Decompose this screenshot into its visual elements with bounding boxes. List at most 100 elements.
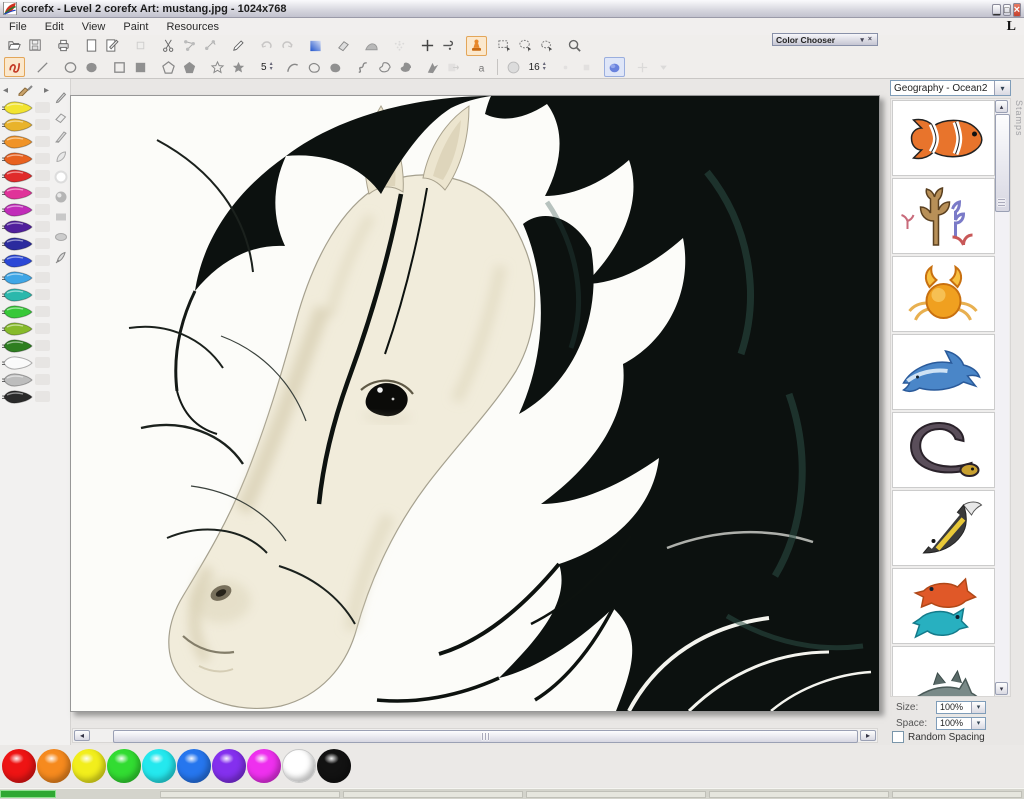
stamp-button[interactable] [466,36,487,56]
minimize-button[interactable]: ▁ [992,4,1001,16]
transform-button[interactable] [438,36,459,56]
stamps-panel-tab[interactable]: Stamps [1013,100,1024,160]
maximize-button[interactable]: □ [1003,4,1010,16]
texture-tool-pencil[interactable] [53,89,69,105]
size-combo[interactable]: 100% ▾ [936,701,986,714]
menu-file[interactable]: File [0,20,36,34]
line-button[interactable] [32,57,53,77]
polygon-outline-button[interactable] [158,57,179,77]
random-spacing-checkbox[interactable] [892,731,904,743]
palette-color-green[interactable] [107,749,141,783]
texture-tool-flat-gray[interactable] [53,209,69,225]
stamp-two-fish[interactable] [892,568,995,644]
brush-color-blue[interactable] [0,252,52,269]
texture-tool-oval[interactable] [53,229,69,245]
menu-edit[interactable]: Edit [36,20,73,34]
brush-color-magenta[interactable] [0,201,52,218]
eraser-button[interactable] [333,36,354,56]
dropdown-arrow-icon[interactable]: ▾ [994,81,1010,95]
palette-color-orange[interactable] [37,749,71,783]
taskbar-button[interactable] [709,791,889,798]
stamp-scrollbar-thumb[interactable] [995,114,1010,212]
brush-color-green[interactable] [0,303,52,320]
gradient-fill-button[interactable] [305,36,326,56]
star-outline-button[interactable] [207,57,228,77]
curve-closed-button[interactable] [303,57,324,77]
brush-size-spinner[interactable]: 16▴▾ [526,58,546,76]
stamp-moorish-idol[interactable] [892,490,995,566]
taskbar-button[interactable] [160,791,340,798]
move-button[interactable] [417,36,438,56]
space-combo[interactable]: 100% ▾ [936,717,986,730]
stamp-eel[interactable] [892,412,995,488]
zoom-button[interactable] [564,36,585,56]
stamp-category-dropdown[interactable]: Geography - Ocean2 ▾ [890,80,1011,96]
brush-color-gold[interactable] [0,116,52,133]
save-file-button[interactable] [25,36,46,56]
ellipse-outline-button[interactable] [60,57,81,77]
palette-color-magenta[interactable] [247,749,281,783]
scroll-up-icon[interactable]: ▴ [995,100,1008,113]
sides-spinner-down-icon[interactable]: ▾ [270,67,273,72]
brush-color-purple[interactable] [0,218,52,235]
polyline-open-button[interactable] [352,57,373,77]
ellipse-filled-button[interactable] [81,57,102,77]
curve-filled-button[interactable] [324,57,345,77]
cut-button[interactable] [158,36,179,56]
texture-tool-scraper[interactable] [53,149,69,165]
brush-color-orange-red[interactable] [0,150,52,167]
palette-color-white[interactable] [282,749,316,783]
edit-image-button[interactable] [102,36,123,56]
stamp-list-scrollbar[interactable]: ▴ ▾ [995,100,1009,695]
texture-tool-quill[interactable] [53,249,69,265]
palette-color-red[interactable] [2,749,36,783]
new-image-button[interactable] [81,36,102,56]
brush-shape-button[interactable] [503,57,524,77]
rectangle-filled-button[interactable] [130,57,151,77]
select-freeform-button[interactable] [536,36,557,56]
text-button[interactable]: a [471,57,492,77]
taskbar-button[interactable] [526,791,706,798]
texture-tool-knife[interactable] [53,129,69,145]
brush-color-yellow-green[interactable] [0,320,52,337]
rectangle-outline-button[interactable] [109,57,130,77]
palette-color-yellow[interactable] [72,749,106,783]
brush-soft-blue-button[interactable] [604,57,625,77]
brush-page-prev-icon[interactable]: ◂ [3,85,8,96]
brush-color-yellow[interactable] [0,99,52,116]
stamp-dolphin[interactable] [892,334,995,410]
select-rectangle-button[interactable] [494,36,515,56]
palette-color-blue[interactable] [177,749,211,783]
pencil-button[interactable] [228,36,249,56]
brush-color-black[interactable] [0,388,52,405]
color-chooser-close-icon[interactable]: × [866,36,874,43]
scroll-down-icon[interactable]: ▾ [995,682,1008,695]
smudge-button[interactable] [361,36,382,56]
stamp-crab[interactable] [892,256,995,332]
select-ellipse-button[interactable] [515,36,536,56]
brush-color-white[interactable] [0,354,52,371]
canvas-horizontal-scrollbar[interactable]: ◂ ▸ [72,728,878,743]
brush-color-orange[interactable] [0,133,52,150]
palette-color-cyan[interactable] [142,749,176,783]
size-dropdown-icon[interactable]: ▾ [971,702,985,713]
palette-color-purple[interactable] [212,749,246,783]
star-filled-button[interactable] [228,57,249,77]
brush-color-navy[interactable] [0,235,52,252]
palette-color-black[interactable] [317,749,351,783]
stamp-coral-reef[interactable] [892,178,995,254]
brush-color-pink[interactable] [0,184,52,201]
texture-tool-eraser[interactable] [53,109,69,125]
paste-button[interactable] [200,36,221,56]
open-file-button[interactable] [4,36,25,56]
scroll-left-icon[interactable]: ◂ [74,730,90,741]
curve-open-button[interactable] [282,57,303,77]
texture-tool-soft-round[interactable] [53,169,69,185]
menu-view[interactable]: View [73,20,115,34]
canvas-scrollbar-thumb[interactable] [113,730,858,743]
scroll-right-icon[interactable]: ▸ [860,730,876,741]
copy-button[interactable] [179,36,200,56]
stamp-gray-fish[interactable] [892,646,995,697]
space-dropdown-icon[interactable]: ▾ [971,718,985,729]
close-button[interactable]: × [1013,3,1021,17]
